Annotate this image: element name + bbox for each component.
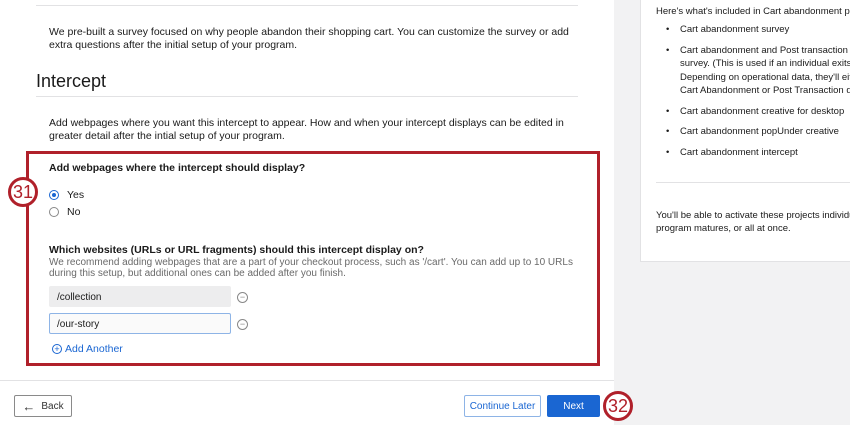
list-item: Cart abandonment intercept <box>666 146 850 160</box>
list-item: Cart abandonment popUnder creative <box>666 125 850 139</box>
annotation-badge: 32 <box>603 391 633 421</box>
list-item-line: survey. (This is used if an individual e… <box>680 58 850 69</box>
display-question: Add webpages where the intercept should … <box>49 162 306 174</box>
add-another-button[interactable]: + Add Another <box>52 343 123 355</box>
list-item-line: Cart abandonment and Post transaction co… <box>680 44 850 56</box>
radio-label: Yes <box>67 189 85 201</box>
continue-later-button[interactable]: Continue Later <box>464 395 541 417</box>
divider <box>36 96 578 97</box>
radio-selected-icon <box>49 190 59 200</box>
survey-description: We pre-built a survey focused on why peo… <box>49 26 569 51</box>
list-item-line: Cart Abandonment or Post Transaction que… <box>680 85 850 96</box>
main-pane: We pre-built a survey focused on why peo… <box>0 0 614 425</box>
divider <box>36 5 578 6</box>
summary-outro: program matures, or all at once. <box>656 223 791 234</box>
included-list: Cart abandonment survey Cart abandonment… <box>666 23 850 166</box>
radio-no[interactable]: No <box>49 206 80 218</box>
radio-label: No <box>67 206 81 218</box>
radio-unselected-icon <box>49 207 59 217</box>
summary-intro: Here's what's included in Cart abandonme… <box>656 6 850 17</box>
summary-outro: You'll be able to activate these project… <box>656 210 850 221</box>
list-item-line: Depending on operational data, they'll e… <box>680 71 850 83</box>
list-item: Cart abandonment and Post transaction co… <box>666 44 850 98</box>
list-item: Cart abandonment creative for desktop <box>666 105 850 119</box>
back-label: Back <box>41 400 64 412</box>
section-title: Intercept <box>36 71 107 91</box>
project-summary-panel: Here's what's included in Cart abandonme… <box>640 0 850 262</box>
annotation-badge: 31 <box>8 177 38 207</box>
urls-question: Which websites (URLs or URL fragments) s… <box>49 244 424 256</box>
radio-yes[interactable]: Yes <box>49 189 84 201</box>
plus-circle-icon: + <box>52 344 62 354</box>
url-input-2[interactable]: /our-story <box>49 313 231 334</box>
url-input-1[interactable]: /collection <box>49 286 231 307</box>
back-button[interactable]: ← Back <box>14 395 72 417</box>
remove-url-icon[interactable]: − <box>237 319 248 330</box>
urls-help-text: We recommend adding webpages that are a … <box>49 257 573 279</box>
list-item: Cart abandonment survey <box>666 23 850 37</box>
next-button[interactable]: Next <box>547 395 600 417</box>
footer-divider <box>0 380 614 381</box>
intercept-description: Add webpages where you want this interce… <box>49 117 564 142</box>
arrow-left-icon: ← <box>22 398 36 414</box>
add-another-label: Add Another <box>65 343 123 355</box>
remove-url-icon[interactable]: − <box>237 292 248 303</box>
divider <box>656 182 850 183</box>
